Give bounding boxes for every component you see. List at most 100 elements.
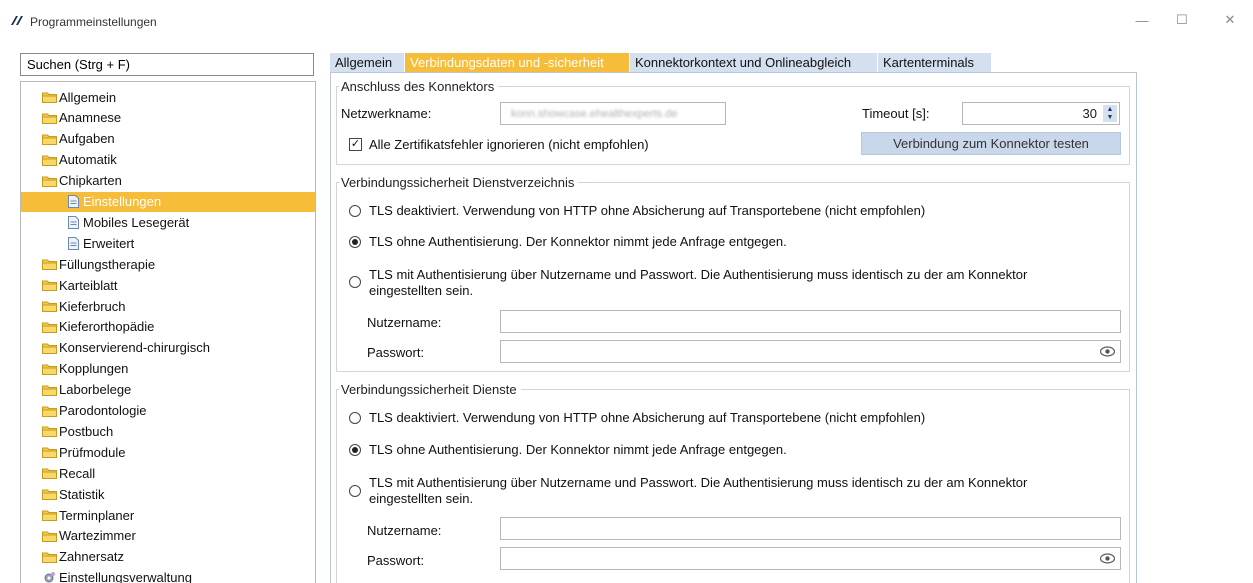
timeout-stepper[interactable]: 30 ▲ ▼ [962, 102, 1120, 125]
services-tls-disabled-radio[interactable] [349, 412, 361, 424]
maximize-button[interactable]: ☐ [1167, 8, 1197, 32]
show-password-eye-icon[interactable] [1100, 346, 1115, 357]
network-name-field[interactable]: konn.showcase.ehealthexperts.de [500, 102, 726, 125]
directory-password-label: Passwort: [367, 345, 425, 360]
folder-icon [41, 341, 57, 355]
minimize-button[interactable]: — [1127, 8, 1157, 32]
ignore-cert-label: Alle Zertifikatsfehler ignorieren (nicht… [369, 137, 649, 152]
services-username-field[interactable] [500, 517, 1121, 540]
connector-group-title: Anschluss des Konnektors [339, 79, 499, 94]
directory-tls-auth-label: TLS mit Authentisierung über Nutzername … [369, 267, 1028, 282]
maximize-icon: ☐ [1176, 12, 1188, 27]
sidebar-item-label: Terminplaner [59, 507, 135, 523]
services-tls-noauth-radio[interactable] [349, 444, 361, 456]
app-logo-icon [11, 16, 23, 25]
folder-icon [41, 404, 57, 418]
folder-icon [41, 424, 57, 438]
document-icon [65, 215, 81, 229]
sidebar-item[interactable]: Terminplaner [41, 505, 134, 525]
sidebar-item-label: Aufgaben [59, 131, 115, 147]
sidebar-item-label: Anamnese [59, 110, 122, 126]
services-tls-noauth-label: TLS ohne Authentisierung. Der Konnektor … [369, 442, 787, 457]
sidebar-item[interactable]: Aufgaben [41, 129, 115, 149]
sidebar-item[interactable]: Parodontologie [41, 401, 146, 421]
folder-icon [41, 487, 57, 501]
sidebar-item[interactable]: Zahnersatz [41, 547, 124, 567]
sidebar-item[interactable]: Kieferorthopädie [41, 317, 154, 337]
folder-icon [41, 466, 57, 480]
tab-verbindungsdaten[interactable]: Verbindungsdaten und -sicherheit [405, 53, 629, 72]
sidebar-item[interactable]: Einstellungen [21, 191, 315, 212]
sidebar-item-label: Einstellungsverwaltung [59, 570, 192, 583]
folder-icon [41, 132, 57, 146]
show-password-eye-icon[interactable] [1100, 553, 1115, 564]
tab-allgemein[interactable]: Allgemein [330, 53, 404, 72]
sidebar-item[interactable]: Laborbelege [41, 380, 131, 400]
sidebar-item[interactable]: Recall [41, 463, 95, 483]
sidebar-item[interactable]: Anamnese [41, 108, 121, 128]
sidebar-item[interactable]: Kieferbruch [41, 296, 125, 316]
sidebar-item-label: Kieferorthopädie [59, 319, 155, 335]
folder-icon [41, 257, 57, 271]
directory-tls-auth-label-cont: eingestellten sein. [369, 283, 474, 298]
tab-konnektorkontext[interactable]: Konnektorkontext und Onlineabgleich [630, 53, 877, 72]
sidebar-item[interactable]: Einstellungsverwaltung [41, 568, 192, 583]
folder-icon [41, 153, 57, 167]
sidebar-item[interactable]: Erweitert [65, 233, 134, 253]
folder-icon [41, 529, 57, 543]
title-bar: Programmeinstellungen — ☐ ✕ [0, 0, 1253, 40]
sidebar-item[interactable]: Chipkarten [41, 171, 122, 191]
services-security-title: Verbindungssicherheit Dienste [339, 382, 521, 397]
close-icon: ✕ [1224, 12, 1236, 27]
sidebar-item[interactable]: Konservierend-chirurgisch [41, 338, 210, 358]
sidebar-item-label: Laborbelege [59, 382, 132, 398]
directory-tls-disabled-radio[interactable] [349, 205, 361, 217]
close-button[interactable]: ✕ [1215, 8, 1245, 32]
sidebar-item[interactable]: Statistik [41, 484, 105, 504]
sidebar-item[interactable]: Kopplungen [41, 359, 128, 379]
services-tls-auth-label-cont: eingestellten sein. [369, 491, 474, 506]
folder-icon [41, 550, 57, 564]
folder-icon [41, 111, 57, 125]
sidebar-item[interactable]: Prüfmodule [41, 442, 125, 462]
tab-kartenterminals[interactable]: Kartenterminals [878, 53, 991, 72]
services-password-field[interactable] [500, 547, 1121, 570]
timeout-spin-icon[interactable]: ▲ ▼ [1103, 105, 1117, 122]
test-connection-button[interactable]: Verbindung zum Konnektor testen [861, 132, 1121, 155]
sidebar-item[interactable]: Füllungstherapie [41, 254, 155, 274]
directory-tls-noauth-radio[interactable] [349, 236, 361, 248]
directory-tls-auth-radio[interactable] [349, 276, 361, 288]
sidebar-item-label: Recall [59, 465, 96, 481]
sidebar-item-label: Wartezimmer [59, 528, 136, 544]
folder-icon [41, 320, 57, 334]
ignore-cert-checkbox[interactable]: ✓ [349, 138, 362, 151]
folder-icon [41, 383, 57, 397]
services-tls-disabled-label: TLS deaktiviert. Verwendung von HTTP ohn… [369, 410, 926, 425]
sidebar-item-label: Kieferbruch [59, 298, 126, 314]
services-tls-auth-radio[interactable] [349, 485, 361, 497]
directory-password-field[interactable] [500, 340, 1121, 363]
settings-search-input[interactable] [20, 53, 314, 76]
sidebar-item-label: Statistik [59, 486, 105, 502]
sidebar-item[interactable]: Allgemein [41, 87, 116, 107]
sidebar-item[interactable]: Mobiles Lesegerät [65, 212, 189, 232]
services-password-label: Passwort: [367, 553, 425, 568]
sidebar-item[interactable]: Postbuch [41, 421, 113, 441]
directory-username-field[interactable] [500, 310, 1121, 333]
sidebar-item-label: Kopplungen [59, 361, 129, 377]
sidebar-item-label: Karteiblatt [59, 277, 118, 293]
folder-open-icon [41, 174, 57, 188]
sidebar-item[interactable]: Wartezimmer [41, 526, 136, 546]
document-icon [65, 195, 81, 209]
sidebar-item-label: Konservierend-chirurgisch [59, 340, 211, 356]
gear-icon [41, 571, 57, 583]
directory-security-title: Verbindungssicherheit Dienstverzeichnis [339, 175, 579, 190]
sidebar-item[interactable]: Karteiblatt [41, 275, 118, 295]
network-name-value: konn.showcase.ehealthexperts.de [511, 108, 678, 120]
directory-tls-noauth-label: TLS ohne Authentisierung. Der Konnektor … [369, 234, 787, 249]
timeout-value: 30 [1082, 106, 1097, 121]
minimize-icon: — [1135, 12, 1149, 28]
folder-icon [41, 362, 57, 376]
sidebar-item[interactable]: Automatik [41, 150, 117, 170]
folder-icon [41, 445, 57, 459]
